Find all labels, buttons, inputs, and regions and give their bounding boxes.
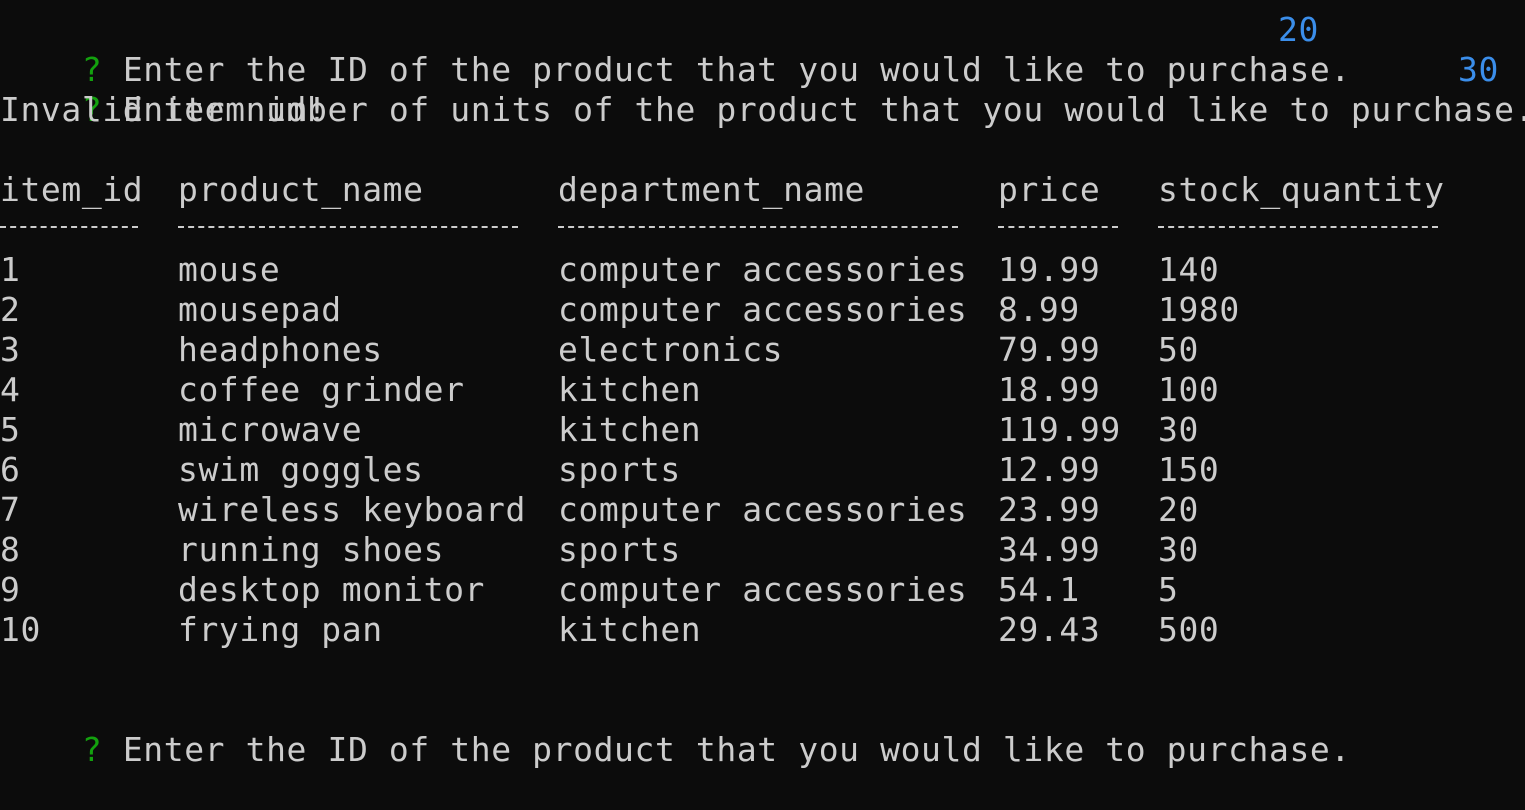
cell-price: 8.99	[998, 290, 1080, 329]
cell-product-name: mousepad	[178, 290, 342, 329]
prompt-text: Enter number of units of the product tha…	[122, 90, 1525, 129]
cell-item-id: 4	[0, 370, 21, 409]
cell-price: 119.99	[998, 410, 1121, 449]
cell-stock-quantity: 1980	[1158, 290, 1240, 329]
divider	[558, 226, 958, 228]
cell-stock-quantity: 30	[1158, 410, 1199, 449]
error-message: Invalid item id!	[0, 90, 328, 129]
divider	[178, 226, 518, 228]
cell-item-id: 7	[0, 490, 21, 529]
divider	[1158, 226, 1438, 228]
cell-department-name: computer accessories	[558, 570, 968, 609]
prompt-line-current[interactable]: ? Enter the ID of the product that you w…	[0, 690, 1351, 769]
header-stock-quantity: stock_quantity	[1158, 170, 1445, 209]
cell-item-id: 3	[0, 330, 21, 369]
cell-price: 54.1	[998, 570, 1080, 609]
cell-product-name: microwave	[178, 410, 363, 449]
cell-department-name: electronics	[558, 330, 784, 369]
cell-product-name: desktop monitor	[178, 570, 486, 609]
cell-product-name: swim goggles	[178, 450, 424, 489]
header-item-id: item_id	[0, 170, 144, 209]
divider	[0, 226, 138, 228]
cell-department-name: computer accessories	[558, 290, 968, 329]
cell-price: 12.99	[998, 450, 1101, 489]
cell-department-name: computer accessories	[558, 250, 968, 289]
cell-price: 34.99	[998, 530, 1101, 569]
cell-product-name: running shoes	[178, 530, 445, 569]
cell-product-name: headphones	[178, 330, 383, 369]
cell-item-id: 9	[0, 570, 21, 609]
question-mark: ?	[81, 730, 103, 769]
cell-department-name: sports	[558, 530, 681, 569]
cell-department-name: kitchen	[558, 410, 702, 449]
header-price: price	[998, 170, 1101, 209]
divider	[998, 226, 1118, 228]
cell-stock-quantity: 100	[1158, 370, 1220, 409]
cell-product-name: coffee grinder	[178, 370, 465, 409]
cell-item-id: 8	[0, 530, 21, 569]
cell-price: 19.99	[998, 250, 1101, 289]
cell-stock-quantity: 150	[1158, 450, 1220, 489]
cell-stock-quantity: 5	[1158, 570, 1179, 609]
cell-department-name: computer accessories	[558, 490, 968, 529]
cell-price: 23.99	[998, 490, 1101, 529]
cell-stock-quantity: 500	[1158, 610, 1220, 649]
cell-department-name: kitchen	[558, 370, 702, 409]
cell-department-name: sports	[558, 450, 681, 489]
cell-item-id: 10	[0, 610, 41, 649]
cell-item-id: 2	[0, 290, 21, 329]
header-product-name: product_name	[178, 170, 424, 209]
prompt-line-units: ? Enter number of units of the product t…	[0, 50, 1525, 129]
cell-stock-quantity: 140	[1158, 250, 1220, 289]
cell-product-name: frying pan	[178, 610, 383, 649]
cell-price: 18.99	[998, 370, 1101, 409]
cell-item-id: 1	[0, 250, 21, 289]
cell-item-id: 5	[0, 410, 21, 449]
cell-item-id: 6	[0, 450, 21, 489]
cell-price: 79.99	[998, 330, 1101, 369]
cell-department-name: kitchen	[558, 610, 702, 649]
answer-item-id: 20	[1278, 10, 1319, 49]
header-department-name: department_name	[558, 170, 866, 209]
cell-product-name: wireless keyboard	[178, 490, 526, 529]
cell-stock-quantity: 20	[1158, 490, 1199, 529]
answer-units: 30	[1458, 50, 1499, 89]
cell-product-name: mouse	[178, 250, 281, 289]
terminal-window[interactable]: ? Enter the ID of the product that you w…	[0, 0, 1525, 769]
cell-price: 29.43	[998, 610, 1101, 649]
prompt-line-item-id: ? Enter the ID of the product that you w…	[0, 10, 1351, 89]
cell-stock-quantity: 50	[1158, 330, 1199, 369]
prompt-text: Enter the ID of the product that you wou…	[122, 730, 1351, 769]
cell-stock-quantity: 30	[1158, 530, 1199, 569]
